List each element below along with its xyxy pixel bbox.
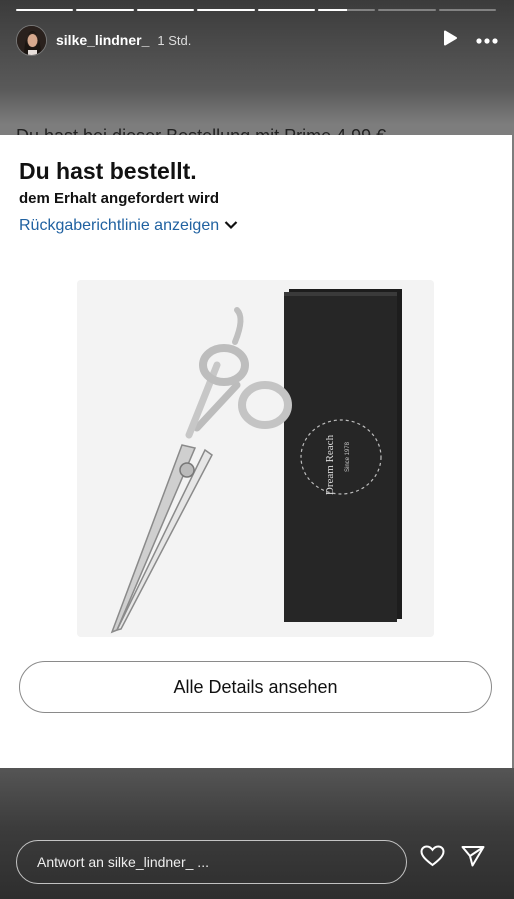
- reply-input[interactable]: Antwort an silke_lindner_ ...: [16, 840, 407, 884]
- progress-segment: [257, 9, 315, 11]
- product-since-text: Since 1978: [345, 441, 351, 472]
- post-time: 1 Std.: [157, 32, 192, 48]
- progress-segment: [136, 9, 195, 11]
- return-policy-link[interactable]: Rückgaberichtlinie anzeigen: [19, 217, 238, 235]
- progress-segment: [16, 9, 74, 11]
- chevron-down-icon: [224, 217, 238, 235]
- progress-segment: [197, 9, 255, 11]
- play-icon[interactable]: [442, 30, 458, 51]
- more-icon[interactable]: [476, 31, 498, 49]
- product-brand-text: Dream Reach: [324, 434, 336, 495]
- progress-segment: [76, 9, 134, 11]
- page-title: Du hast bestellt.: [19, 158, 197, 184]
- progress-segment: [438, 9, 496, 11]
- order-subtitle: dem Erhalt angefordert wird: [19, 190, 220, 207]
- progress-segment: [378, 9, 436, 11]
- order-card: Du hast bestellt. dem Erhalt angefordert…: [0, 135, 512, 768]
- all-details-button[interactable]: Alle Details ansehen: [19, 661, 492, 713]
- story-header: silke_lindner_ 1 Std.: [16, 24, 498, 56]
- story-progress: [16, 9, 496, 12]
- heart-icon[interactable]: [420, 845, 445, 872]
- return-policy-label: Rückgaberichtlinie anzeigen: [19, 217, 220, 234]
- send-icon[interactable]: [461, 845, 485, 872]
- avatar[interactable]: [16, 24, 47, 56]
- username[interactable]: silke_lindner_: [56, 32, 149, 48]
- product-image[interactable]: Dream Reach Since 1978: [77, 280, 434, 637]
- progress-segment: [317, 9, 376, 11]
- peek-text: Du hast bei dieser Bestellung mit Prime …: [16, 125, 498, 135]
